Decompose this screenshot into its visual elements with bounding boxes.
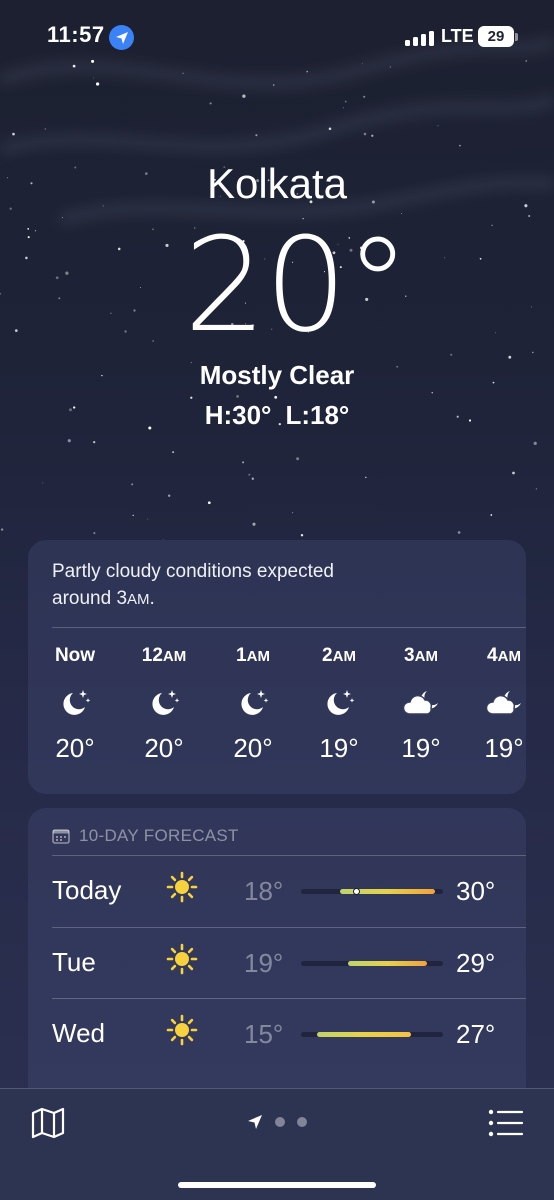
hour-label: 4AM — [487, 645, 521, 666]
current-temperature: 20° — [183, 209, 410, 361]
forecast-row[interactable]: Today 18° 30° — [28, 855, 526, 927]
page-dot[interactable] — [297, 1117, 307, 1127]
temperature-range-fill — [348, 960, 428, 966]
hour-temp: 19° — [401, 733, 441, 763]
cloud-moon-icon — [381, 681, 461, 725]
moon-stars-icon — [299, 681, 379, 725]
city-name: Kolkata — [206, 160, 348, 207]
sun-icon — [166, 871, 198, 908]
hourly-item: 2AM 19° — [299, 645, 379, 764]
current-temp-marker — [352, 888, 360, 895]
cellular-signal-icon — [405, 30, 435, 46]
hour-temp: 20° — [144, 733, 184, 763]
hour-label: 12AM — [141, 645, 187, 666]
list-icon[interactable] — [488, 1109, 524, 1137]
sun-icon — [166, 943, 198, 980]
ten-day-forecast-card[interactable]: 10-DAY FORECAST Today 18° 30° Tue 19° 29… — [28, 808, 526, 1108]
hourly-item: 4AM 19° — [464, 645, 544, 764]
temperature-range-bar — [301, 888, 443, 895]
home-indicator[interactable] — [178, 1182, 376, 1188]
hour-temp: 20° — [233, 733, 273, 763]
calendar-icon — [52, 829, 70, 844]
forecast-header: 10-DAY FORECAST — [52, 826, 239, 846]
day-high-temp: 29° — [456, 947, 496, 978]
hourly-forecast-card[interactable]: Partly cloudy conditions expected around… — [28, 540, 526, 794]
high-low: H:30° L:18° — [0, 400, 554, 431]
hourly-item: Now 20° — [35, 645, 115, 764]
hourly-item: 3AM 19° — [381, 645, 461, 764]
divider — [52, 998, 526, 999]
moon-stars-icon — [35, 681, 115, 725]
temperature-range-fill — [316, 1032, 412, 1037]
current-condition: Mostly Clear — [199, 360, 355, 390]
cloud-moon-icon — [464, 681, 544, 725]
hour-label: 3AM — [404, 645, 438, 666]
divider — [52, 926, 526, 928]
bottom-toolbar — [0, 1088, 554, 1200]
page-indicator[interactable] — [0, 1114, 554, 1130]
status-time: 11:57 — [47, 22, 105, 47]
location-services-icon — [109, 25, 134, 50]
high-temp: H:30° — [204, 400, 272, 430]
moon-stars-icon — [124, 681, 204, 725]
location-arrow-icon[interactable] — [247, 1114, 263, 1130]
day-low-temp: 19° — [244, 947, 284, 978]
hour-temp: 19° — [484, 733, 524, 763]
day-low-temp: 15° — [244, 1019, 284, 1049]
battery-cap — [515, 33, 518, 41]
status-bar: 11:57 LTE 29 — [0, 0, 554, 72]
page-dot[interactable] — [275, 1117, 285, 1127]
temperature-range-bar — [301, 1032, 443, 1037]
forecast-row[interactable]: Tue 19° 29° — [28, 926, 526, 999]
hour-label: 2AM — [322, 645, 356, 666]
hour-temp: 19° — [319, 733, 359, 763]
moon-stars-icon — [213, 681, 293, 725]
hour-temp: 20° — [55, 733, 95, 763]
temperature-range-bar — [301, 960, 443, 966]
divider — [52, 627, 526, 628]
hour-label: 1AM — [236, 645, 270, 666]
hourly-item: 1AM 20° — [213, 645, 293, 764]
day-low-temp: 18° — [244, 876, 284, 906]
divider — [52, 855, 526, 856]
network-type: LTE — [441, 26, 474, 46]
sun-icon — [166, 1014, 198, 1051]
day-high-temp: 27° — [456, 1019, 496, 1049]
hourly-item: 12AM 20° — [124, 645, 204, 764]
forecast-row[interactable]: Wed 15° 27° — [28, 998, 526, 1070]
low-temp: L:18° — [285, 400, 350, 430]
day-name: Today — [52, 875, 122, 905]
day-name: Wed — [52, 1018, 105, 1048]
day-high-temp: 30° — [456, 876, 496, 906]
hourly-summary: Partly cloudy conditions expected around… — [52, 561, 334, 609]
hour-label: Now — [54, 645, 96, 666]
day-name: Tue — [52, 946, 96, 977]
battery-icon: 29 — [478, 26, 514, 47]
